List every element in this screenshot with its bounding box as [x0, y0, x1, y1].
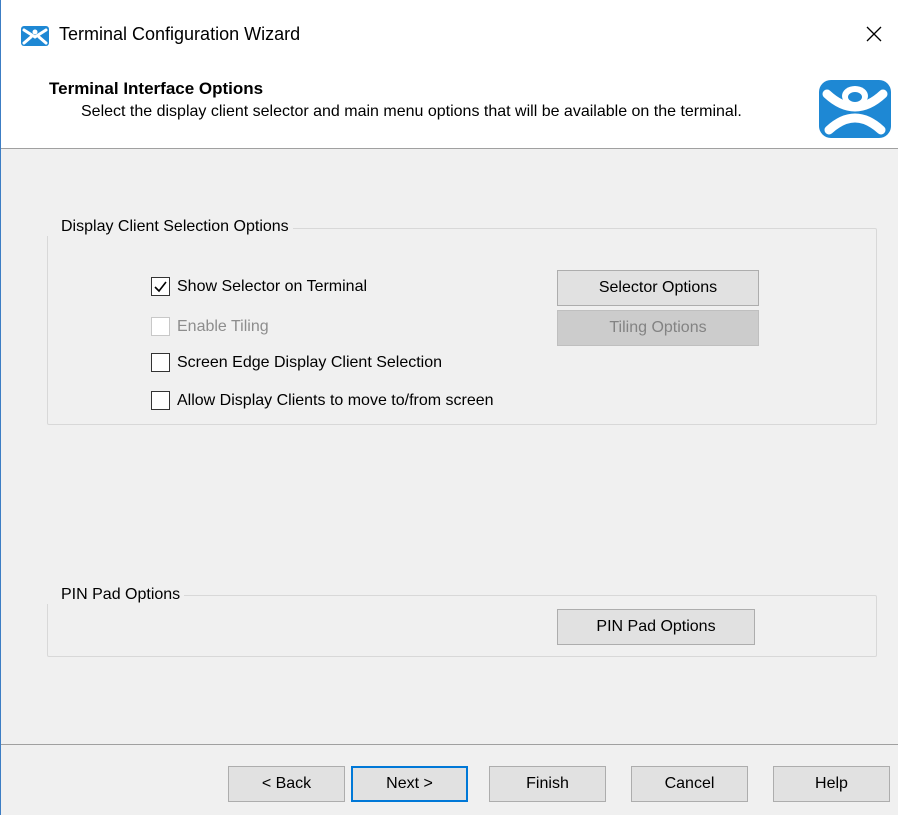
allow-move-checkbox[interactable]: Allow Display Clients to move to/from sc…	[151, 391, 494, 410]
checkbox-box[interactable]	[151, 353, 170, 372]
enable-tiling-label: Enable Tiling	[177, 317, 269, 335]
back-button[interactable]: < Back	[228, 766, 345, 802]
thinmanager-logo-icon	[819, 80, 891, 138]
page-subtitle: Select the display client selector and m…	[81, 103, 742, 120]
enable-tiling-checkbox[interactable]: Enable Tiling	[151, 317, 269, 336]
wizard-header: Terminal Interface Options Select the di…	[1, 62, 898, 149]
window-title: Terminal Configuration Wizard	[59, 24, 301, 44]
title-bar: Terminal Configuration Wizard	[1, 0, 898, 62]
pin-pad-options-button[interactable]: PIN Pad Options	[557, 609, 755, 645]
close-icon	[866, 26, 882, 42]
checkmark-icon	[154, 281, 167, 293]
page-title: Terminal Interface Options	[49, 79, 264, 98]
selector-options-button[interactable]: Selector Options	[557, 270, 759, 306]
allow-move-label: Allow Display Clients to move to/from sc…	[177, 391, 494, 409]
finish-button[interactable]: Finish	[489, 766, 606, 802]
show-selector-checkbox[interactable]: Show Selector on Terminal	[151, 277, 367, 296]
checkbox-box[interactable]	[151, 317, 170, 336]
cancel-button[interactable]: Cancel	[631, 766, 748, 802]
thinmanager-app-icon	[21, 26, 49, 46]
pin-pad-group-legend: PIN Pad Options	[45, 586, 185, 604]
screen-edge-checkbox[interactable]: Screen Edge Display Client Selection	[151, 353, 442, 372]
close-button[interactable]	[852, 14, 896, 54]
checkbox-box[interactable]	[151, 277, 170, 296]
show-selector-label: Show Selector on Terminal	[177, 277, 368, 295]
help-button[interactable]: Help	[773, 766, 890, 802]
tiling-options-button[interactable]: Tiling Options	[557, 310, 759, 346]
display-client-group-legend: Display Client Selection Options	[45, 218, 293, 236]
footer-separator	[1, 744, 898, 745]
screen-edge-label: Screen Edge Display Client Selection	[177, 353, 443, 371]
checkbox-box[interactable]	[151, 391, 170, 410]
next-button[interactable]: Next >	[351, 766, 468, 802]
wizard-window: Terminal Configuration Wizard Terminal I…	[0, 0, 898, 815]
